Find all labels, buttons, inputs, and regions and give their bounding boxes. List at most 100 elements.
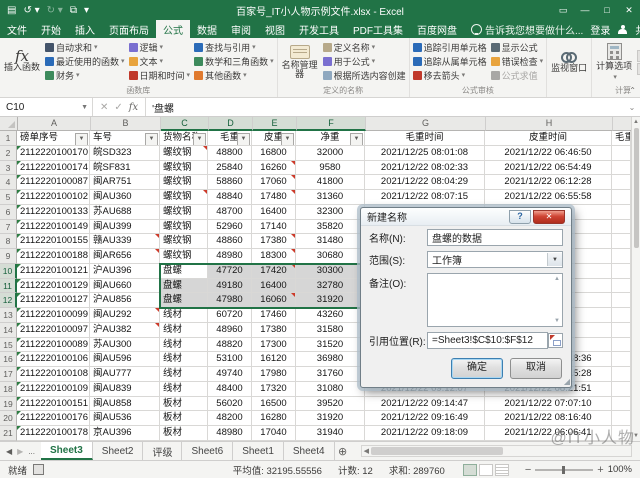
- cell[interactable]: 31940: [296, 426, 365, 441]
- cell[interactable]: 9580: [296, 161, 365, 176]
- column-header-G[interactable]: G: [366, 117, 486, 131]
- column-header-partial[interactable]: [613, 117, 632, 131]
- name-manager-button[interactable]: 名称管理器: [279, 39, 321, 85]
- cell[interactable]: [612, 367, 631, 382]
- ribbon-tab-开始[interactable]: 开始: [34, 20, 68, 38]
- cell[interactable]: 48840: [208, 190, 252, 205]
- scope-dropdown[interactable]: 工作簿 ▼: [427, 251, 563, 268]
- column-header-B[interactable]: B: [91, 117, 161, 131]
- dialog-close-icon[interactable]: ✕: [533, 210, 565, 224]
- cell[interactable]: 2112220100099: [17, 308, 90, 323]
- cell[interactable]: [612, 411, 631, 426]
- row-header-7[interactable]: 7: [0, 220, 17, 235]
- cell[interactable]: 毛重: [612, 131, 631, 146]
- cell[interactable]: 2112220100108: [17, 367, 90, 382]
- select-all-corner[interactable]: [0, 117, 18, 131]
- cell[interactable]: 2021/12/22 09:16:49: [365, 411, 485, 426]
- row-header-16[interactable]: 16: [0, 352, 17, 367]
- cell[interactable]: [612, 175, 631, 190]
- row-header-9[interactable]: 9: [0, 249, 17, 264]
- ribbon-item-自动求和[interactable]: 自动求和▾: [43, 40, 127, 54]
- row-header-11[interactable]: 11: [0, 279, 17, 294]
- cell[interactable]: [612, 397, 631, 412]
- ribbon-item-文本[interactable]: 文本▾: [127, 54, 193, 68]
- ribbon-item-数学和三角函数[interactable]: 数学和三角函数▾: [192, 54, 276, 68]
- cell[interactable]: 线材: [160, 367, 208, 382]
- cell[interactable]: 板材: [160, 397, 208, 412]
- collapse-range-picker-icon[interactable]: [548, 333, 563, 348]
- ribbon-tab-视图[interactable]: 视图: [258, 20, 292, 38]
- sheet-tab-Sheet1[interactable]: Sheet1: [233, 442, 284, 460]
- cell[interactable]: 闽AU839: [90, 382, 160, 397]
- cell[interactable]: 56020: [208, 397, 252, 412]
- cell[interactable]: 2112220100149: [17, 220, 90, 235]
- cell[interactable]: 43260: [296, 308, 365, 323]
- cell[interactable]: 36980: [296, 352, 365, 367]
- page-layout-view-button[interactable]: [479, 464, 493, 476]
- cell[interactable]: 2021/12/22 08:07:15: [365, 190, 485, 205]
- cell[interactable]: 2112220100174: [17, 161, 90, 176]
- row-header-2[interactable]: 2: [0, 146, 17, 161]
- ribbon-item-显示公式[interactable]: 显示公式: [489, 40, 546, 54]
- cell[interactable]: 线材: [160, 323, 208, 338]
- cell[interactable]: 车号▼: [90, 131, 160, 146]
- filter-dropdown-icon[interactable]: ▼: [193, 133, 206, 146]
- vertical-scrollbar[interactable]: ▲ ▼: [631, 117, 640, 441]
- cell[interactable]: 2112220100170: [17, 146, 90, 161]
- cell[interactable]: 板材: [160, 411, 208, 426]
- cell[interactable]: 螺纹钢: [160, 161, 208, 176]
- page-break-view-button[interactable]: [495, 464, 509, 476]
- cancel-entry-icon[interactable]: ✕: [100, 102, 108, 113]
- cell[interactable]: 2021/12/22 08:04:29: [365, 175, 485, 190]
- cell[interactable]: 32000: [296, 146, 365, 161]
- refers-to-field[interactable]: =Sheet3!$C$10:$F$12: [427, 332, 548, 349]
- minimize-icon[interactable]: —: [574, 0, 596, 20]
- cell[interactable]: 闽AU858: [90, 397, 160, 412]
- watch-window-button[interactable]: 监视窗口: [548, 39, 590, 85]
- cell[interactable]: 闽AU399: [90, 220, 160, 235]
- zoom-slider[interactable]: [535, 469, 593, 471]
- cell[interactable]: 16800: [252, 146, 296, 161]
- cell[interactable]: 47980: [208, 293, 252, 308]
- cell[interactable]: 2021/12/22 06:12:28: [485, 175, 612, 190]
- row-header-15[interactable]: 15: [0, 338, 17, 353]
- cell[interactable]: 2021/12/22 07:07:10: [485, 397, 612, 412]
- sheet-tab-Sheet3[interactable]: Sheet3: [41, 442, 93, 460]
- row-header-20[interactable]: 20: [0, 411, 17, 426]
- redo-icon[interactable]: ↻ ▾: [47, 5, 63, 16]
- cell[interactable]: 2021/12/22 06:46:50: [485, 146, 612, 161]
- cell[interactable]: 48980: [208, 249, 252, 264]
- column-header-A[interactable]: A: [18, 117, 91, 131]
- row-header-19[interactable]: 19: [0, 397, 17, 412]
- cell[interactable]: 沪AU396: [90, 264, 160, 279]
- cell[interactable]: 16060: [252, 293, 296, 308]
- ribbon-tab-开发工具[interactable]: 开发工具: [292, 20, 346, 38]
- cell[interactable]: 2112220100133: [17, 205, 90, 220]
- cell[interactable]: 48980: [208, 426, 252, 441]
- chevron-down-icon[interactable]: ▼: [547, 253, 562, 266]
- cell[interactable]: 30300: [296, 264, 365, 279]
- cell[interactable]: 2021/12/22 06:55:58: [485, 190, 612, 205]
- cell[interactable]: 25840: [208, 161, 252, 176]
- dialog-help-icon[interactable]: ?: [509, 210, 531, 224]
- macro-record-icon[interactable]: [33, 464, 44, 475]
- filter-dropdown-icon[interactable]: ▼: [75, 133, 88, 146]
- cell[interactable]: 16260: [252, 161, 296, 176]
- cell[interactable]: 17480: [252, 190, 296, 205]
- cell[interactable]: 48800: [208, 146, 252, 161]
- row-header-6[interactable]: 6: [0, 205, 17, 220]
- share-button[interactable]: 共享: [635, 22, 640, 37]
- ribbon-item-根据所选内容创建[interactable]: 根据所选内容创建: [321, 68, 408, 82]
- cell[interactable]: 31920: [296, 411, 365, 426]
- cell[interactable]: 31520: [296, 338, 365, 353]
- cell[interactable]: 磅单序号▼: [17, 131, 90, 146]
- cancel-button[interactable]: 取消: [510, 358, 562, 379]
- ribbon-tab-审阅[interactable]: 审阅: [224, 20, 258, 38]
- cell[interactable]: 2112220100151: [17, 397, 90, 412]
- cell[interactable]: 皮重▼: [252, 131, 296, 146]
- filter-dropdown-icon[interactable]: ▼: [237, 133, 250, 146]
- cell[interactable]: 31920: [296, 293, 365, 308]
- close-icon[interactable]: ✕: [618, 0, 640, 20]
- formula-input[interactable]: '盘螺: [146, 98, 624, 116]
- cell[interactable]: 53100: [208, 352, 252, 367]
